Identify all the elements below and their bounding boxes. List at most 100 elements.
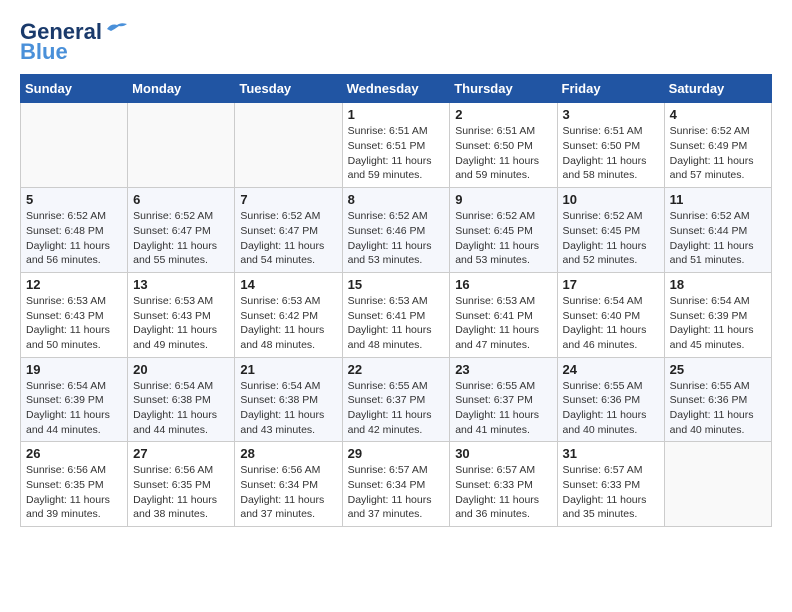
day-info: Sunrise: 6:55 AMSunset: 6:37 PMDaylight:… [455, 379, 551, 438]
logo-bird-icon [105, 21, 127, 37]
day-info: Sunrise: 6:52 AMSunset: 6:47 PMDaylight:… [240, 209, 336, 268]
day-info: Sunrise: 6:55 AMSunset: 6:37 PMDaylight:… [348, 379, 445, 438]
page-header: General Blue [20, 20, 772, 64]
calendar-cell [664, 442, 771, 527]
calendar-cell: 17 Sunrise: 6:54 AMSunset: 6:40 PMDayligh… [557, 272, 664, 357]
calendar-cell: 22 Sunrise: 6:55 AMSunset: 6:37 PMDayligh… [342, 357, 450, 442]
day-info: Sunrise: 6:54 AMSunset: 6:39 PMDaylight:… [670, 294, 766, 353]
day-number: 3 [563, 107, 659, 122]
day-number: 10 [563, 192, 659, 207]
day-number: 30 [455, 446, 551, 461]
calendar-cell: 30Sunrise: 6:57 AMSunset: 6:33 PMDayligh… [450, 442, 557, 527]
day-info: Sunrise: 6:56 AMSunset: 6:34 PMDaylight:… [240, 463, 336, 522]
weekday-header-friday: Friday [557, 75, 664, 103]
calendar-week-3: 12Sunrise: 6:53 AMSunset: 6:43 PMDayligh… [21, 272, 772, 357]
day-info: Sunrise: 6:52 AMSunset: 6:47 PMDaylight:… [133, 209, 229, 268]
day-number: 4 [670, 107, 766, 122]
day-info: Sunrise: 6:52 AMSunset: 6:44 PMDaylight:… [670, 209, 766, 268]
day-info: Sunrise: 6:55 AMSunset: 6:36 PMDaylight:… [670, 379, 766, 438]
day-info: Sunrise: 6:53 AMSunset: 6:42 PMDaylight:… [240, 294, 336, 353]
calendar-cell: 21Sunrise: 6:54 AMSunset: 6:38 PMDayligh… [235, 357, 342, 442]
weekday-header-wednesday: Wednesday [342, 75, 450, 103]
day-info: Sunrise: 6:56 AMSunset: 6:35 PMDaylight:… [26, 463, 122, 522]
logo: General Blue [20, 20, 127, 64]
calendar-header-row: SundayMondayTuesdayWednesdayThursdayFrid… [21, 75, 772, 103]
day-number: 31 [563, 446, 659, 461]
calendar-cell: 9 Sunrise: 6:52 AMSunset: 6:45 PMDaylight… [450, 188, 557, 273]
weekday-header-sunday: Sunday [21, 75, 128, 103]
calendar-cell [235, 103, 342, 188]
day-number: 17 [563, 277, 659, 292]
day-number: 9 [455, 192, 551, 207]
day-number: 20 [133, 362, 229, 377]
day-number: 18 [670, 277, 766, 292]
calendar-week-2: 5Sunrise: 6:52 AMSunset: 6:48 PMDaylight… [21, 188, 772, 273]
calendar-cell: 14 Sunrise: 6:53 AMSunset: 6:42 PMDayligh… [235, 272, 342, 357]
day-number: 14 [240, 277, 336, 292]
day-info: Sunrise: 6:57 AMSunset: 6:33 PMDaylight:… [563, 463, 659, 522]
day-number: 7 [240, 192, 336, 207]
day-info: Sunrise: 6:54 AMSunset: 6:39 PMDaylight:… [26, 379, 122, 438]
calendar-cell: 10 Sunrise: 6:52 AMSunset: 6:45 PMDayligh… [557, 188, 664, 273]
day-number: 21 [240, 362, 336, 377]
calendar-cell: 16 Sunrise: 6:53 AMSunset: 6:41 PMDayligh… [450, 272, 557, 357]
calendar-cell: 1 Sunrise: 6:51 AMSunset: 6:51 PMDaylight… [342, 103, 450, 188]
day-info: Sunrise: 6:56 AMSunset: 6:35 PMDaylight:… [133, 463, 229, 522]
day-info: Sunrise: 6:53 AMSunset: 6:43 PMDaylight:… [26, 294, 122, 353]
calendar-week-1: 1 Sunrise: 6:51 AMSunset: 6:51 PMDaylight… [21, 103, 772, 188]
calendar-cell: 7 Sunrise: 6:52 AMSunset: 6:47 PMDaylight… [235, 188, 342, 273]
day-number: 2 [455, 107, 551, 122]
day-number: 29 [348, 446, 445, 461]
calendar-cell: 13 Sunrise: 6:53 AMSunset: 6:43 PMDayligh… [128, 272, 235, 357]
day-number: 26 [26, 446, 122, 461]
calendar-cell: 20 Sunrise: 6:54 AMSunset: 6:38 PMDayligh… [128, 357, 235, 442]
day-number: 6 [133, 192, 229, 207]
day-number: 13 [133, 277, 229, 292]
day-info: Sunrise: 6:52 AMSunset: 6:46 PMDaylight:… [348, 209, 445, 268]
calendar-cell: 6 Sunrise: 6:52 AMSunset: 6:47 PMDaylight… [128, 188, 235, 273]
calendar-cell: 31 Sunrise: 6:57 AMSunset: 6:33 PMDayligh… [557, 442, 664, 527]
day-number: 23 [455, 362, 551, 377]
calendar-cell: 2 Sunrise: 6:51 AMSunset: 6:50 PMDaylight… [450, 103, 557, 188]
day-info: Sunrise: 6:53 AMSunset: 6:41 PMDaylight:… [455, 294, 551, 353]
day-info: Sunrise: 6:51 AMSunset: 6:51 PMDaylight:… [348, 124, 445, 183]
day-number: 28 [240, 446, 336, 461]
day-info: Sunrise: 6:51 AMSunset: 6:50 PMDaylight:… [455, 124, 551, 183]
day-number: 1 [348, 107, 445, 122]
calendar-cell: 3 Sunrise: 6:51 AMSunset: 6:50 PMDaylight… [557, 103, 664, 188]
day-number: 15 [348, 277, 445, 292]
day-info: Sunrise: 6:52 AMSunset: 6:45 PMDaylight:… [563, 209, 659, 268]
calendar-cell: 26 Sunrise: 6:56 AMSunset: 6:35 PMDayligh… [21, 442, 128, 527]
calendar-body: 1 Sunrise: 6:51 AMSunset: 6:51 PMDaylight… [21, 103, 772, 527]
day-info: Sunrise: 6:51 AMSunset: 6:50 PMDaylight:… [563, 124, 659, 183]
weekday-header-thursday: Thursday [450, 75, 557, 103]
logo-blue: Blue [20, 40, 68, 64]
calendar-cell: 23 Sunrise: 6:55 AMSunset: 6:37 PMDayligh… [450, 357, 557, 442]
calendar-cell: 29Sunrise: 6:57 AMSunset: 6:34 PMDayligh… [342, 442, 450, 527]
calendar-cell: 24 Sunrise: 6:55 AMSunset: 6:36 PMDayligh… [557, 357, 664, 442]
day-info: Sunrise: 6:53 AMSunset: 6:43 PMDaylight:… [133, 294, 229, 353]
day-info: Sunrise: 6:54 AMSunset: 6:40 PMDaylight:… [563, 294, 659, 353]
calendar-week-4: 19Sunrise: 6:54 AMSunset: 6:39 PMDayligh… [21, 357, 772, 442]
calendar-cell: 19Sunrise: 6:54 AMSunset: 6:39 PMDayligh… [21, 357, 128, 442]
day-info: Sunrise: 6:55 AMSunset: 6:36 PMDaylight:… [563, 379, 659, 438]
day-number: 22 [348, 362, 445, 377]
calendar-table: SundayMondayTuesdayWednesdayThursdayFrid… [20, 74, 772, 527]
day-info: Sunrise: 6:52 AMSunset: 6:49 PMDaylight:… [670, 124, 766, 183]
weekday-header-saturday: Saturday [664, 75, 771, 103]
calendar-cell: 8 Sunrise: 6:52 AMSunset: 6:46 PMDaylight… [342, 188, 450, 273]
day-number: 25 [670, 362, 766, 377]
day-number: 24 [563, 362, 659, 377]
calendar-cell [128, 103, 235, 188]
day-info: Sunrise: 6:52 AMSunset: 6:45 PMDaylight:… [455, 209, 551, 268]
calendar-cell: 18 Sunrise: 6:54 AMSunset: 6:39 PMDayligh… [664, 272, 771, 357]
day-number: 27 [133, 446, 229, 461]
calendar-cell: 12Sunrise: 6:53 AMSunset: 6:43 PMDayligh… [21, 272, 128, 357]
day-info: Sunrise: 6:52 AMSunset: 6:48 PMDaylight:… [26, 209, 122, 268]
day-number: 8 [348, 192, 445, 207]
day-info: Sunrise: 6:54 AMSunset: 6:38 PMDaylight:… [133, 379, 229, 438]
weekday-header-monday: Monday [128, 75, 235, 103]
calendar-cell: 27 Sunrise: 6:56 AMSunset: 6:35 PMDayligh… [128, 442, 235, 527]
calendar-cell: 25 Sunrise: 6:55 AMSunset: 6:36 PMDayligh… [664, 357, 771, 442]
day-number: 16 [455, 277, 551, 292]
